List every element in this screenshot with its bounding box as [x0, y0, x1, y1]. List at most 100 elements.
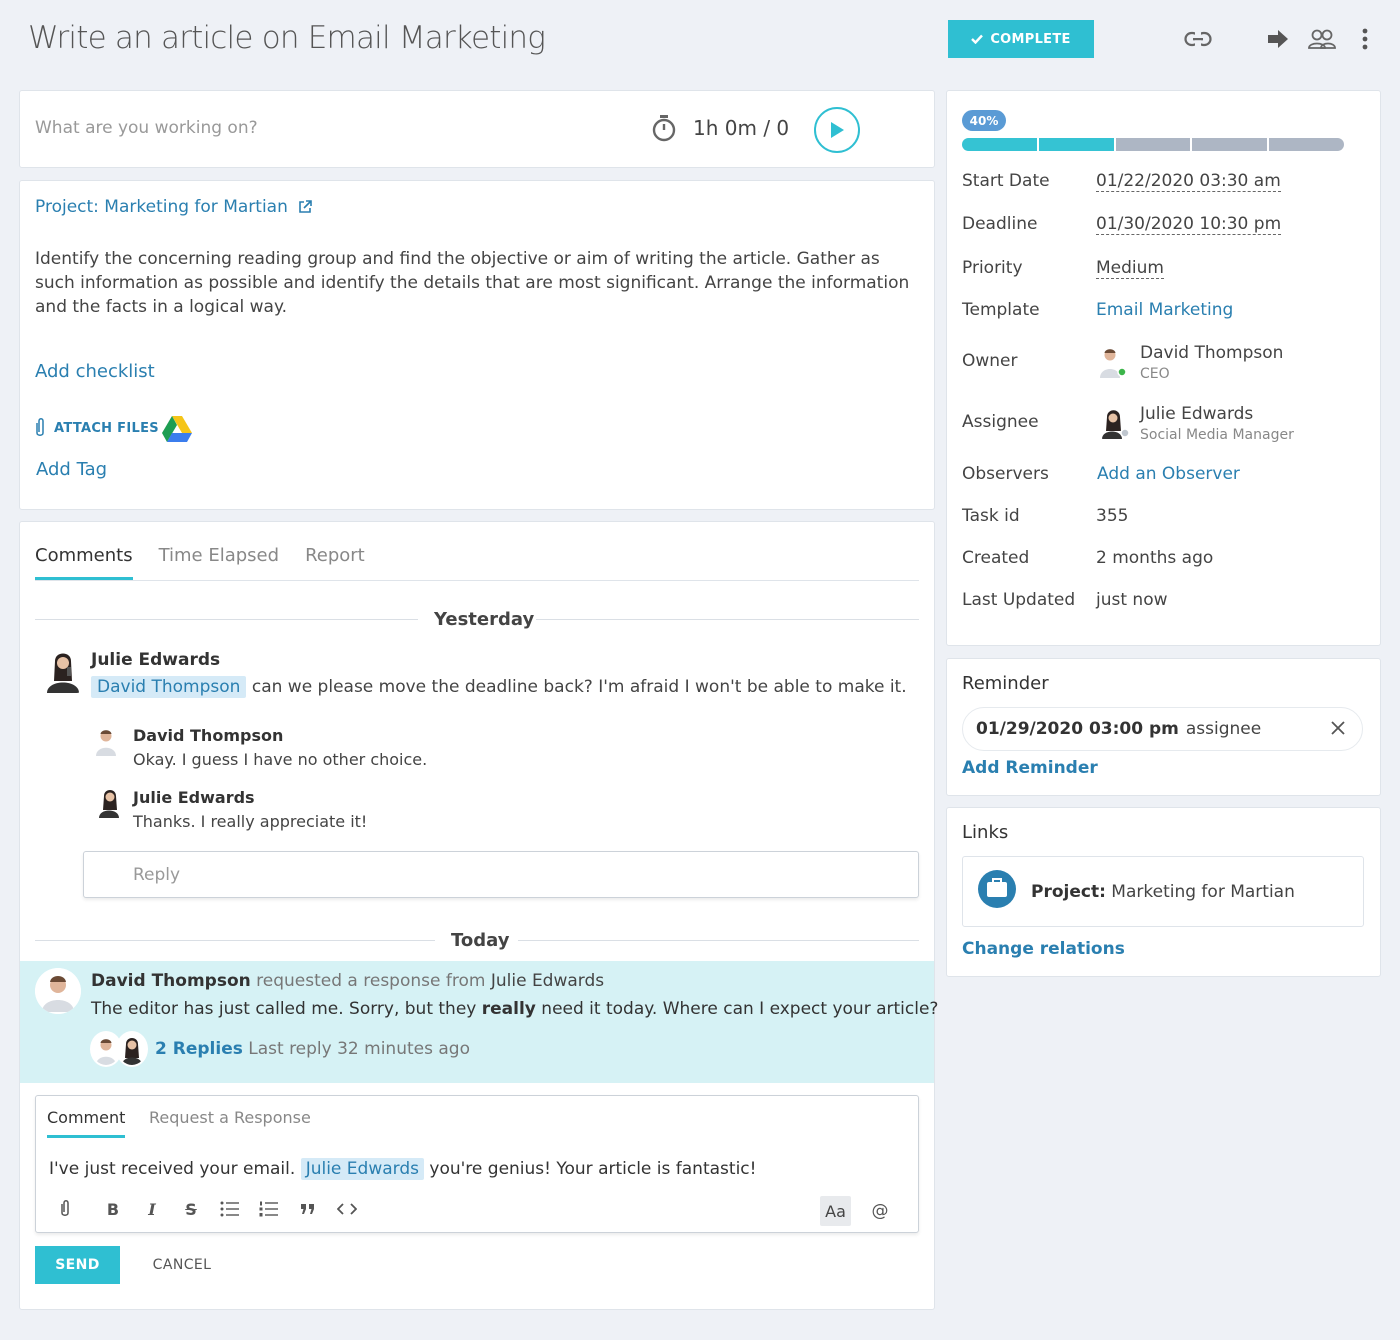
strikethrough-icon[interactable]: S [178, 1196, 204, 1222]
progress-segment [962, 138, 1037, 151]
last-reply-time: Last reply 32 minutes ago [248, 1039, 470, 1059]
add-reminder-link[interactable]: Add Reminder [962, 758, 1098, 778]
code-icon[interactable] [334, 1196, 360, 1222]
replies-summary: 2 Replies Last reply 32 minutes ago [155, 1039, 470, 1059]
comment-text-bold: really [481, 999, 536, 1019]
reply-author[interactable]: David Thompson [133, 726, 283, 745]
composer-tab-comment[interactable]: Comment [47, 1108, 126, 1138]
reminder-recipient: assignee [1185, 719, 1262, 739]
assignee-avatar [1100, 405, 1130, 439]
reply-text: Thanks. I really appreciate it! [133, 812, 368, 831]
priority-value[interactable]: Medium [1096, 258, 1164, 279]
check-icon [971, 34, 984, 44]
reminder-datetime: 01/29/2020 03:00 pm [976, 719, 1179, 739]
tab-comments[interactable]: Comments [35, 545, 133, 580]
tab-time-elapsed[interactable]: Time Elapsed [159, 545, 279, 580]
tab-report[interactable]: Report [305, 545, 365, 580]
play-icon [831, 122, 844, 138]
composer-text-part: you're genius! Your article is fantastic… [429, 1159, 757, 1179]
add-checklist-link[interactable]: Add checklist [35, 361, 155, 382]
numbered-list-icon[interactable] [256, 1196, 282, 1222]
comment-author[interactable]: Julie Edwards [91, 650, 220, 670]
reminder-item[interactable]: 01/29/2020 03:00 pm assignee [962, 707, 1363, 751]
owner-role: CEO [1140, 366, 1170, 382]
divider [35, 940, 435, 941]
assignee-name[interactable]: Julie Edwards [1140, 404, 1253, 424]
avatar-julie [96, 786, 122, 818]
complete-button[interactable]: COMPLETE [948, 20, 1094, 58]
comment-author[interactable]: David Thompson [91, 971, 251, 991]
deadline-label: Deadline [962, 214, 1038, 234]
quote-icon[interactable] [295, 1196, 321, 1222]
comment-text: need it today. Where can I expect your a… [541, 999, 939, 1019]
attach-files-label: ATTACH FILES [54, 420, 159, 436]
italic-icon[interactable]: I [139, 1196, 165, 1222]
reply-text: Okay. I guess I have no other choice. [133, 750, 428, 769]
assignee-label: Assignee [962, 412, 1039, 432]
divider [518, 940, 919, 941]
play-button[interactable] [814, 107, 860, 153]
work-description-input[interactable] [35, 118, 595, 138]
linked-project[interactable]: Project: Marketing for Martian [962, 856, 1364, 927]
replies-count-link[interactable]: 2 Replies [155, 1039, 243, 1059]
start-date-label: Start Date [962, 171, 1050, 191]
mention-chip[interactable]: Julie Edwards [300, 1158, 424, 1180]
mention-chip[interactable]: David Thompson [91, 676, 247, 698]
request-line: David Thompson requested a response from… [91, 971, 604, 991]
avatar-david [35, 968, 81, 1014]
comment-composer: Comment Request a Response I've just rec… [35, 1095, 919, 1233]
owner-label: Owner [962, 351, 1018, 371]
details-card [19, 180, 935, 510]
priority-label: Priority [962, 258, 1023, 278]
mention-button[interactable]: @ [867, 1198, 893, 1224]
external-link-icon [299, 200, 312, 213]
comment-text: The editor has just called me. Sorry, bu… [91, 999, 477, 1019]
progress-segment [1192, 138, 1268, 151]
arrow-right-icon[interactable] [1264, 25, 1292, 53]
link-icon[interactable] [1182, 25, 1214, 53]
last-updated-label: Last Updated [962, 590, 1076, 610]
divider [35, 619, 418, 620]
project-link[interactable]: Project: Marketing for Martian [35, 197, 312, 217]
close-icon[interactable] [1330, 720, 1346, 741]
progress-segment [1115, 138, 1191, 151]
cancel-button[interactable]: CANCEL [142, 1246, 222, 1284]
template-link[interactable]: Email Marketing [1096, 300, 1233, 320]
add-tag-link[interactable]: Add Tag [36, 459, 107, 480]
progress-segment [1269, 138, 1344, 151]
deadline-value[interactable]: 01/30/2020 10:30 pm [1096, 214, 1282, 235]
attach-icon[interactable] [52, 1196, 78, 1222]
more-vertical-icon[interactable] [1355, 25, 1375, 53]
assignee-role: Social Media Manager [1140, 427, 1294, 443]
bullet-list-icon[interactable] [217, 1196, 243, 1222]
link-name: Marketing for Martian [1111, 881, 1295, 902]
add-observer-link[interactable]: Add an Observer [1097, 464, 1240, 484]
project-link-label: Project: Marketing for Martian [35, 197, 288, 217]
owner-name[interactable]: David Thompson [1140, 343, 1283, 363]
composer-text-part: I've just received your email. [49, 1159, 296, 1179]
change-relations-link[interactable]: Change relations [962, 939, 1125, 959]
avatar-david [93, 726, 119, 756]
created-label: Created [962, 548, 1030, 568]
reply-author[interactable]: Julie Edwards [133, 788, 255, 807]
page-title: Write an article on Email Marketing [28, 20, 546, 56]
briefcase-icon [977, 869, 1017, 914]
font-toggle-button[interactable]: Aa [820, 1196, 851, 1226]
tab-bar: Comments Time Elapsed Report [35, 545, 919, 581]
reply-input[interactable] [83, 851, 919, 898]
composer-text[interactable]: I've just received your email. Julie Edw… [49, 1158, 757, 1180]
users-icon[interactable] [1305, 25, 1339, 53]
bold-icon[interactable]: B [100, 1196, 126, 1222]
comment-body: David Thompson can we please move the de… [91, 676, 907, 698]
start-date-value[interactable]: 01/22/2020 03:30 am [1096, 171, 1281, 192]
template-label: Template [962, 300, 1040, 320]
request-target[interactable]: Julie Edwards [491, 971, 604, 991]
google-drive-icon[interactable] [162, 415, 192, 447]
progress-segment [1038, 138, 1114, 151]
avatar-julie [116, 1031, 148, 1067]
attach-files-button[interactable]: ATTACH FILES [32, 417, 159, 439]
send-button[interactable]: SEND [35, 1246, 120, 1284]
request-action: requested a response from [256, 971, 486, 991]
link-type: Project: [1031, 881, 1106, 902]
composer-tab-request-response[interactable]: Request a Response [149, 1108, 311, 1135]
